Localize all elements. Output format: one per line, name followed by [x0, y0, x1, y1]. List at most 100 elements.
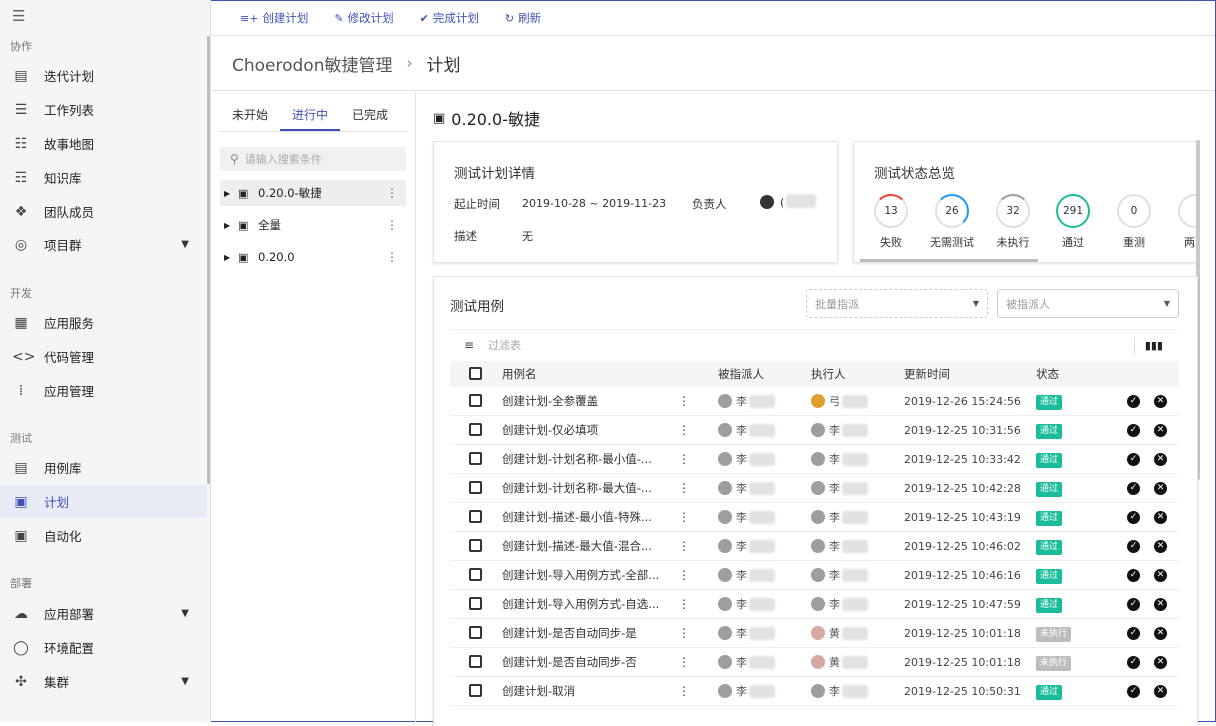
tab-completed[interactable]: 已完成	[340, 100, 400, 131]
case-name[interactable]: 创建计划-仅必填项	[502, 422, 598, 438]
table-row[interactable]: 创建计划-取消 ⋮ 李 李 2019-12-25 10:50:31 通过 ✓ ✕	[450, 677, 1179, 706]
col-updated[interactable]: 更新时间	[904, 366, 950, 382]
row-checkbox[interactable]	[469, 568, 482, 581]
fail-icon[interactable]: ✕	[1154, 423, 1167, 437]
row-checkbox[interactable]	[469, 481, 482, 494]
more-icon[interactable]: ⋮	[386, 186, 398, 200]
pass-icon[interactable]: ✓	[1127, 394, 1140, 408]
nav-item-case-library[interactable]: ▤ 用例库	[0, 451, 207, 484]
row-checkbox[interactable]	[469, 684, 482, 697]
tree-search-input[interactable]: ⚲ 请输入搜索条件	[220, 147, 406, 171]
case-name[interactable]: 创建计划-计划名称-最小值-...	[502, 451, 652, 467]
nav-item-knowledge[interactable]: ☶ 知识库	[0, 161, 207, 194]
nav-item-plan[interactable]: ▣ 计划	[0, 485, 207, 518]
menu-icon[interactable]: ☰	[12, 9, 28, 24]
col-status[interactable]: 状态	[1036, 366, 1059, 382]
more-icon[interactable]: ⋮	[678, 423, 690, 437]
nav-item-app-service[interactable]: ▦ 应用服务	[0, 306, 207, 339]
select-all-checkbox[interactable]	[469, 367, 482, 380]
case-name[interactable]: 创建计划-导入用例方式-自选...	[502, 596, 659, 612]
case-name[interactable]: 创建计划-导入用例方式-全部...	[502, 567, 659, 583]
table-row[interactable]: 创建计划-导入用例方式-自选... ⋮ 李 李 2019-12-25 10:47:59 通…	[450, 590, 1179, 619]
nav-item-automation[interactable]: ▣ 自动化	[0, 519, 207, 552]
fail-icon[interactable]: ✕	[1154, 626, 1167, 640]
nav-scrollbar[interactable]	[207, 36, 210, 484]
case-name[interactable]: 创建计划-是否自动同步-否	[502, 654, 637, 670]
more-icon[interactable]: ⋮	[678, 481, 690, 495]
filter-icon[interactable]: ≡	[464, 338, 474, 352]
status-scrollbar[interactable]	[860, 259, 1038, 262]
fail-icon[interactable]: ✕	[1154, 597, 1167, 611]
fail-icon[interactable]: ✕	[1154, 684, 1167, 698]
case-name[interactable]: 创建计划-描述-最大值-混合...	[502, 538, 652, 554]
row-checkbox[interactable]	[469, 597, 482, 610]
filter-input[interactable]: 过滤表	[488, 337, 521, 353]
more-icon[interactable]: ⋮	[678, 684, 690, 698]
refresh-button[interactable]: ↻ 刷新	[505, 10, 541, 26]
pass-icon[interactable]: ✓	[1127, 597, 1140, 611]
table-row[interactable]: 创建计划-描述-最小值-特殊... ⋮ 李 李 2019-12-25 10:43:19 通…	[450, 503, 1179, 532]
table-row[interactable]: 创建计划-计划名称-最大值-... ⋮ 李 李 2019-12-25 10:42:28 通…	[450, 474, 1179, 503]
nav-item-app-deploy[interactable]: ☁ 应用部署 ▼	[0, 597, 207, 630]
table-row[interactable]: 创建计划-导入用例方式-全部... ⋮ 李 李 2019-12-25 10:46:16 通…	[450, 561, 1179, 590]
tree-node[interactable]: ▶ ▣ 0.20.0 ⋮	[220, 244, 406, 270]
pass-icon[interactable]: ✓	[1127, 568, 1140, 582]
fail-icon[interactable]: ✕	[1154, 481, 1167, 495]
table-row[interactable]: 创建计划-仅必填项 ⋮ 李 李 2019-12-25 10:31:56 通过 ✓ ✕	[450, 416, 1179, 445]
columns-icon[interactable]: ▮▮▮	[1145, 339, 1163, 352]
row-checkbox[interactable]	[469, 452, 482, 465]
create-plan-button[interactable]: ≡+ 创建计划	[240, 10, 308, 26]
nav-item-app-manage[interactable]: ⁞ 应用管理	[0, 374, 207, 407]
table-row[interactable]: 创建计划-全参覆盖 ⋮ 李 弓 2019-12-26 15:24:56 通过 ✓ ✕	[450, 387, 1179, 416]
more-icon[interactable]: ⋮	[678, 510, 690, 524]
case-name[interactable]: 创建计划-全参覆盖	[502, 393, 598, 409]
col-executor[interactable]: 执行人	[811, 366, 846, 382]
row-checkbox[interactable]	[469, 539, 482, 552]
caret-right-icon[interactable]: ▶	[224, 253, 238, 262]
breadcrumb-root[interactable]: Choerodon敏捷管理	[232, 51, 393, 76]
edit-plan-button[interactable]: ✎ 修改计划	[334, 10, 393, 26]
complete-plan-button[interactable]: ✔ 完成计划	[420, 10, 479, 26]
pass-icon[interactable]: ✓	[1127, 655, 1140, 669]
table-row[interactable]: 创建计划-是否自动同步-否 ⋮ 李 黄 2019-12-25 10:01:18 未执行 ✓ ✕	[450, 648, 1179, 677]
case-name[interactable]: 创建计划-描述-最小值-特殊...	[502, 509, 652, 525]
pass-icon[interactable]: ✓	[1127, 684, 1140, 698]
nav-item-program[interactable]: ◎ 项目群 ▼	[0, 228, 207, 261]
pass-icon[interactable]: ✓	[1127, 510, 1140, 524]
more-icon[interactable]: ⋮	[678, 568, 690, 582]
nav-item-iteration-plan[interactable]: ▤ 迭代计划	[0, 59, 207, 92]
row-checkbox[interactable]	[469, 423, 482, 436]
col-case-name[interactable]: 用例名	[502, 366, 537, 382]
nav-item-code[interactable]: <> 代码管理	[0, 340, 207, 373]
assignee-select[interactable]: 被指派人 ▼	[997, 289, 1179, 318]
more-icon[interactable]: ⋮	[386, 250, 398, 264]
fail-icon[interactable]: ✕	[1154, 539, 1167, 553]
table-row[interactable]: 创建计划-描述-最大值-混合... ⋮ 李 李 2019-12-25 10:46:02 通…	[450, 532, 1179, 561]
case-name[interactable]: 创建计划-取消	[502, 683, 575, 699]
fail-icon[interactable]: ✕	[1154, 510, 1167, 524]
more-icon[interactable]: ⋮	[386, 218, 398, 232]
more-icon[interactable]: ⋮	[678, 452, 690, 466]
more-icon[interactable]: ⋮	[678, 394, 690, 408]
more-icon[interactable]: ⋮	[678, 597, 690, 611]
caret-right-icon[interactable]: ▶	[224, 221, 238, 230]
tree-node[interactable]: ▶ ▣ 全量 ⋮	[220, 212, 406, 238]
table-row[interactable]: 创建计划-计划名称-最小值-... ⋮ 李 李 2019-12-25 10:33:42 通…	[450, 445, 1179, 474]
nav-item-story-map[interactable]: ☷ 故事地图	[0, 127, 207, 160]
caret-right-icon[interactable]: ▶	[224, 189, 238, 198]
row-checkbox[interactable]	[469, 510, 482, 523]
tree-node[interactable]: ▶ ▣ 0.20.0-敏捷 ⋮	[220, 180, 406, 206]
tab-not-started[interactable]: 未开始	[220, 100, 280, 131]
case-name[interactable]: 创建计划-计划名称-最大值-...	[502, 480, 652, 496]
more-icon[interactable]: ⋮	[678, 655, 690, 669]
fail-icon[interactable]: ✕	[1154, 394, 1167, 408]
pass-icon[interactable]: ✓	[1127, 423, 1140, 437]
fail-icon[interactable]: ✕	[1154, 452, 1167, 466]
pass-icon[interactable]: ✓	[1127, 626, 1140, 640]
col-assignee[interactable]: 被指派人	[718, 366, 764, 382]
row-checkbox[interactable]	[469, 655, 482, 668]
table-row[interactable]: 创建计划-是否自动同步-是 ⋮ 李 黄 2019-12-25 10:01:18 未执行 ✓ ✕	[450, 619, 1179, 648]
nav-item-env[interactable]: ◯ 环境配置	[0, 631, 207, 664]
pass-icon[interactable]: ✓	[1127, 481, 1140, 495]
bulk-assign-select[interactable]: 批量指派 ▼	[806, 289, 988, 318]
